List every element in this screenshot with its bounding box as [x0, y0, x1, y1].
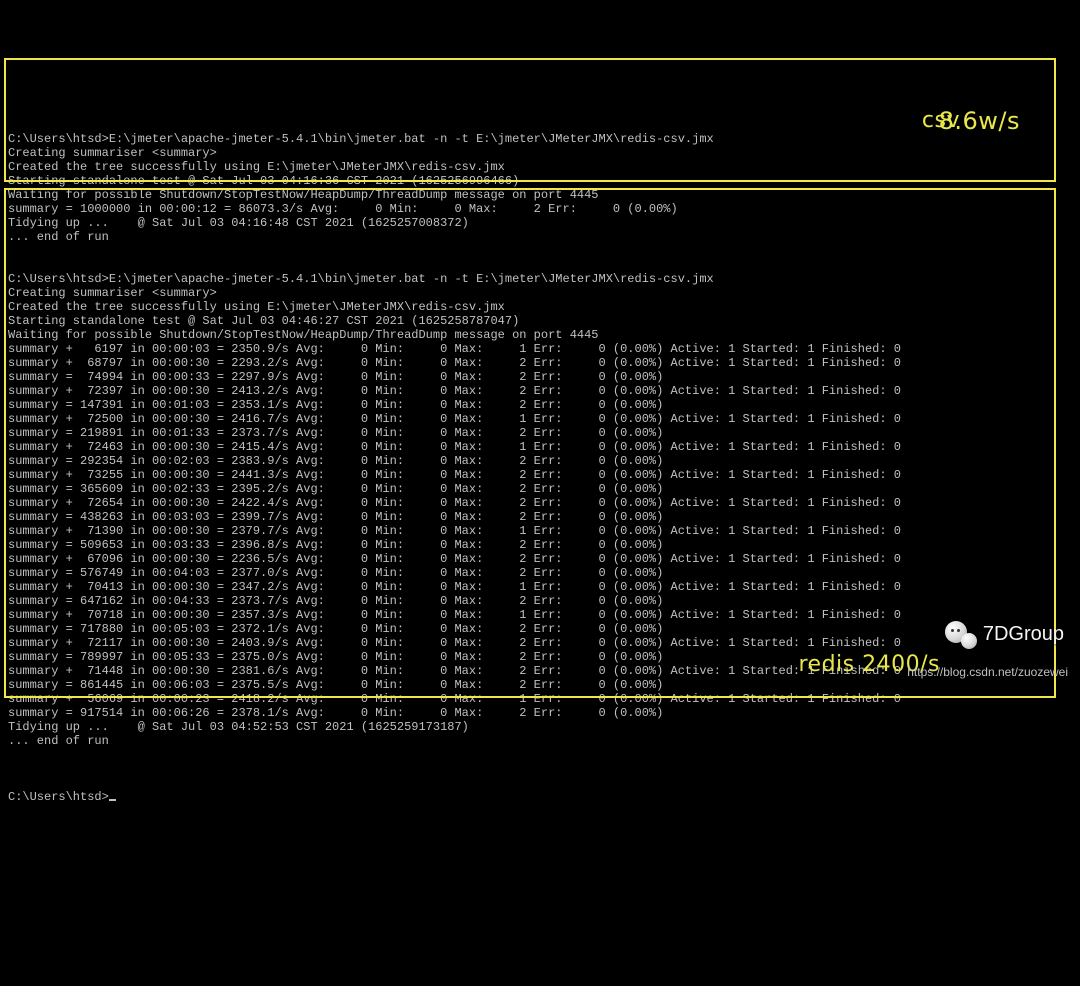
terminal-line: Waiting for possible Shutdown/StopTestNo… [8, 188, 1072, 202]
terminal-line: summary + 72397 in 00:00:30 = 2413.2/s A… [8, 384, 1072, 398]
terminal-line: summary + 56069 in 00:00:23 = 2418.2/s A… [8, 692, 1072, 706]
terminal-line: summary + 71390 in 00:00:30 = 2379.7/s A… [8, 524, 1072, 538]
terminal-line: summary + 6197 in 00:00:03 = 2350.9/s Av… [8, 342, 1072, 356]
terminal-line: summary = 147391 in 00:01:03 = 2353.1/s … [8, 398, 1072, 412]
terminal-line: summary + 73255 in 00:00:30 = 2441.3/s A… [8, 468, 1072, 482]
terminal-line: Created the tree successfully using E:\j… [8, 160, 1072, 174]
terminal-line: summary + 72117 in 00:00:30 = 2403.9/s A… [8, 636, 1072, 650]
annotation-csv-rate: 8.6w/s [939, 114, 1020, 128]
wechat-icon [943, 619, 977, 649]
terminal-line: Starting standalone test @ Sat Jul 03 04… [8, 314, 1072, 328]
terminal-line: summary + 72500 in 00:00:30 = 2416.7/s A… [8, 412, 1072, 426]
terminal-line: summary = 1000000 in 00:00:12 = 86073.3/… [8, 202, 1072, 216]
watermark-text: 7DGroup [983, 627, 1064, 641]
terminal-line: C:\Users\htsd>E:\jmeter\apache-jmeter-5.… [8, 132, 1072, 146]
terminal-line: Creating summariser <summary> [8, 286, 1072, 300]
prompt-line[interactable]: C:\Users\htsd> [8, 790, 1072, 804]
cursor [109, 799, 116, 801]
terminal-line: summary + 68797 in 00:00:30 = 2293.2/s A… [8, 356, 1072, 370]
terminal-line: ... end of run [8, 734, 1072, 748]
terminal-line: Waiting for possible Shutdown/StopTestNo… [8, 328, 1072, 342]
watermark: 7DGroup [943, 619, 1064, 649]
terminal-line: summary = 717880 in 00:05:03 = 2372.1/s … [8, 622, 1072, 636]
jmeter-output-top: C:\Users\htsd>E:\jmeter\apache-jmeter-5.… [8, 132, 1072, 244]
terminal-line: Tidying up ... @ Sat Jul 03 04:52:53 CST… [8, 720, 1072, 734]
terminal-line: ... end of run [8, 230, 1072, 244]
terminal-line: summary + 70413 in 00:00:30 = 2347.2/s A… [8, 580, 1072, 594]
jmeter-output-bottom: C:\Users\htsd>E:\jmeter\apache-jmeter-5.… [8, 272, 1072, 762]
terminal-line: summary = 576749 in 00:04:03 = 2377.0/s … [8, 566, 1072, 580]
terminal-line: summary = 647162 in 00:04:33 = 2373.7/s … [8, 594, 1072, 608]
terminal-line: C:\Users\htsd>E:\jmeter\apache-jmeter-5.… [8, 272, 1072, 286]
terminal-line: summary = 74994 in 00:00:33 = 2297.9/s A… [8, 370, 1072, 384]
terminal-line: Starting standalone test @ Sat Jul 03 04… [8, 174, 1072, 188]
prompt-text: C:\Users\htsd> [8, 790, 109, 804]
terminal-window[interactable]: C:\Users\htsd>E:\jmeter\apache-jmeter-5.… [0, 56, 1080, 874]
terminal-line: Tidying up ... @ Sat Jul 03 04:16:48 CST… [8, 216, 1072, 230]
terminal-line: summary = 365609 in 00:02:33 = 2395.2/s … [8, 482, 1072, 496]
terminal-line: summary = 861445 in 00:06:03 = 2375.5/s … [8, 678, 1072, 692]
terminal-line [8, 748, 1072, 762]
terminal-line: summary + 72463 in 00:00:30 = 2415.4/s A… [8, 440, 1072, 454]
terminal-line: summary = 917514 in 00:06:26 = 2378.1/s … [8, 706, 1072, 720]
terminal-line: Created the tree successfully using E:\j… [8, 300, 1072, 314]
terminal-line: summary = 292354 in 00:02:03 = 2383.9/s … [8, 454, 1072, 468]
terminal-line: summary = 509653 in 00:03:33 = 2396.8/s … [8, 538, 1072, 552]
terminal-line: summary + 72654 in 00:00:30 = 2422.4/s A… [8, 496, 1072, 510]
terminal-line: summary = 438263 in 00:03:03 = 2399.7/s … [8, 510, 1072, 524]
footer-link: https://blog.csdn.net/zuozewei [907, 665, 1068, 679]
terminal-line: summary = 219891 in 00:01:33 = 2373.7/s … [8, 426, 1072, 440]
terminal-line: summary + 67096 in 00:00:30 = 2236.5/s A… [8, 552, 1072, 566]
terminal-line: summary + 70718 in 00:00:30 = 2357.3/s A… [8, 608, 1072, 622]
terminal-line: Creating summariser <summary> [8, 146, 1072, 160]
